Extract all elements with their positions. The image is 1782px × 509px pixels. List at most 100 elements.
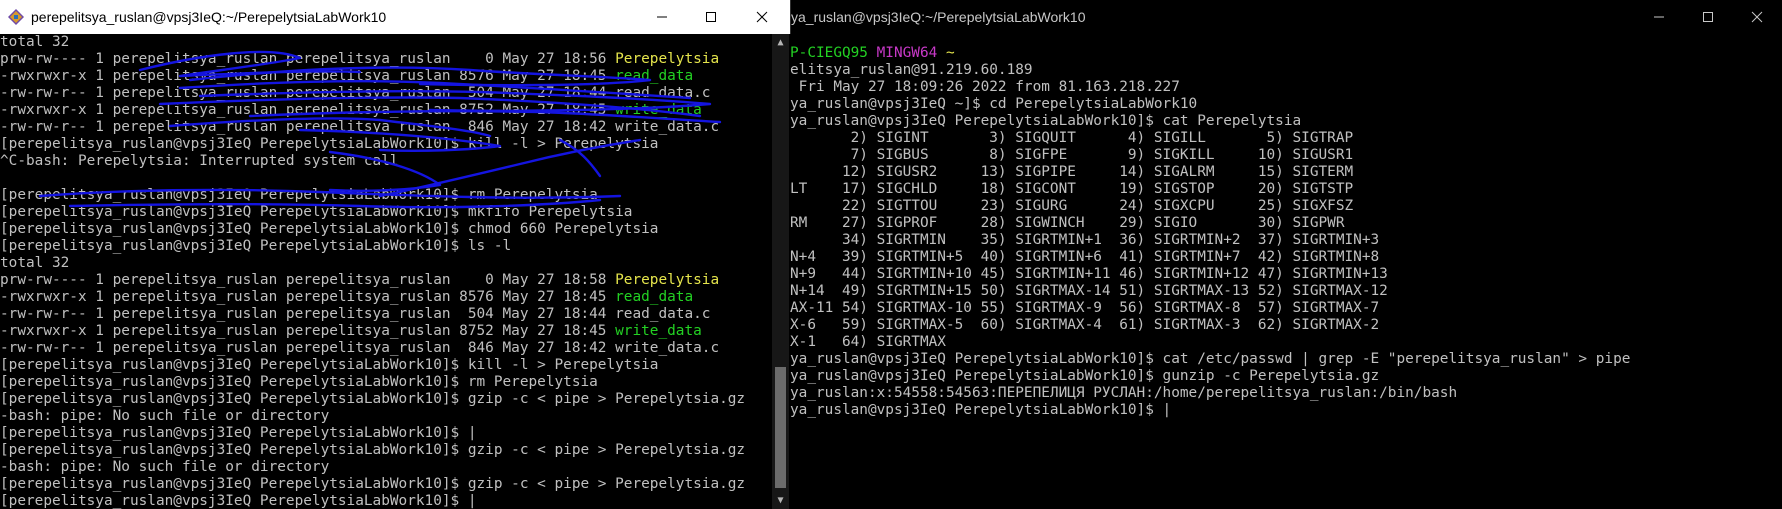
left-window-title: perepelitsya_ruslan@vpsj3IeQ:~/Perepelyt… [31, 9, 387, 25]
terminal-text: 2) SIGINT 3) SIGQUIT 4) SIGILL 5) SIGTRA… [790, 130, 1354, 146]
terminal-line: ^C-bash: Perepelytsia: Interrupted syste… [0, 153, 772, 170]
terminal-line: 22) SIGTTOU 23) SIGURG 24) SIGXCPU 25) S… [790, 198, 1782, 215]
terminal-line: N+4 39) SIGRTMIN+5 40) SIGRTMIN+6 41) SI… [790, 249, 1782, 266]
terminal-text: [perepelitsya_ruslan@vpsj3IeQ Perepelyts… [0, 374, 598, 390]
terminal-line: 2) SIGINT 3) SIGQUIT 4) SIGILL 5) SIGTRA… [790, 130, 1782, 147]
terminal-line: ya_ruslan@vpsj3IeQ PerepelytsiaLabWork10… [790, 402, 1782, 419]
minimize-button[interactable] [636, 0, 688, 34]
terminal-line: -bash: pipe: No such file or directory [0, 459, 772, 476]
left-scrollbar[interactable]: ▲ ▼ [772, 34, 789, 509]
close-icon [756, 11, 768, 23]
terminal-line: [perepelitsya_ruslan@vpsj3IeQ Perepelyts… [0, 476, 772, 493]
terminal-line: -rwxrwxr-x 1 perepelitsya_ruslan perepel… [0, 102, 772, 119]
terminal-text: [perepelitsya_ruslan@vpsj3IeQ Perepelyts… [0, 221, 659, 237]
terminal-line: -rwxrwxr-x 1 perepelitsya_ruslan perepel… [0, 68, 772, 85]
terminal-text: [perepelitsya_ruslan@vpsj3IeQ Perepelyts… [0, 391, 746, 407]
terminal-text: [perepelitsya_ruslan@vpsj3IeQ Perepelyts… [0, 204, 633, 220]
terminal-text: X-1 64) SIGRTMAX [790, 334, 946, 350]
right-terminal-window[interactable]: ya_ruslan@vpsj3IeQ:~/PerepelytsiaLabWork… [790, 0, 1782, 509]
terminal-text: LT 17) SIGCHLD 18) SIGCONT 19) SIGSTOP 2… [790, 181, 1354, 197]
terminal-line: [perepelitsya_ruslan@vpsj3IeQ Perepelyts… [0, 425, 772, 442]
terminal-line: 12) SIGUSR2 13) SIGPIPE 14) SIGALRM 15) … [790, 164, 1782, 181]
terminal-line: ya_ruslan@vpsj3IeQ PerepelytsiaLabWork10… [790, 113, 1782, 130]
terminal-line: Fri May 27 18:09:26 2022 from 81.163.218… [790, 79, 1782, 96]
maximize-icon [1703, 12, 1713, 22]
left-terminal-window[interactable]: perepelitsya_ruslan@vpsj3IeQ:~/Perepelyt… [0, 0, 790, 509]
right-terminal-output[interactable]: P-CIEGQ95 MINGW64 ~ elitsya_ruslan@91.219… [790, 28, 1782, 509]
terminal-line: prw-rw---- 1 perepelitsya_ruslan perepel… [0, 51, 772, 68]
terminal-text: elitsya_ruslan@91.219.60.189 [790, 62, 1033, 78]
terminal-line: AX-11 54) SIGRTMAX-10 55) SIGRTMAX-9 56)… [790, 300, 1782, 317]
scroll-up-arrow-icon[interactable]: ▲ [772, 34, 789, 51]
terminal-segment: MINGW64 [876, 45, 946, 61]
close-button[interactable] [736, 0, 788, 34]
terminal-line: -rw-rw-r-- 1 perepelitsya_ruslan perepel… [0, 306, 772, 323]
terminal-text: prw-rw---- 1 perepelitsya_ruslan perepel… [0, 51, 616, 67]
terminal-text: [perepelitsya_ruslan@vpsj3IeQ Perepelyts… [0, 425, 477, 441]
terminal-text: -rwxrwxr-x 1 perepelitsya_ruslan perepel… [0, 323, 616, 339]
terminal-line: [perepelitsya_ruslan@vpsj3IeQ Perepelyts… [0, 374, 772, 391]
terminal-filename-highlight: write_data [615, 102, 702, 118]
terminal-text: ya_ruslan@vpsj3IeQ PerepelytsiaLabWork10… [790, 402, 1172, 418]
terminal-line: N+9 44) SIGRTMIN+10 45) SIGRTMIN+11 46) … [790, 266, 1782, 283]
terminal-line: ya_ruslan@vpsj3IeQ PerepelytsiaLabWork10… [790, 351, 1782, 368]
terminal-line: prw-rw---- 1 perepelitsya_ruslan perepel… [0, 272, 772, 289]
terminal-line: X-6 59) SIGRTMAX-5 60) SIGRTMAX-4 61) SI… [790, 317, 1782, 334]
terminal-line: elitsya_ruslan@91.219.60.189 [790, 62, 1782, 79]
left-title-bar[interactable]: perepelitsya_ruslan@vpsj3IeQ:~/Perepelyt… [0, 0, 790, 34]
terminal-line: 7) SIGBUS 8) SIGFPE 9) SIGKILL 10) SIGUS… [790, 147, 1782, 164]
scroll-down-arrow-icon[interactable]: ▼ [772, 492, 789, 509]
terminal-line: ya_ruslan@vpsj3IeQ ~]$ cd PerepelytsiaLa… [790, 96, 1782, 113]
maximize-button[interactable] [685, 0, 737, 34]
maximize-icon [706, 12, 716, 22]
terminal-segment: ~ [945, 45, 955, 61]
terminal-text: ya_ruslan@vpsj3IeQ ~]$ cd PerepelytsiaLa… [790, 96, 1198, 112]
terminal-line: 34) SIGRTMIN 35) SIGRTMIN+1 36) SIGRTMIN… [790, 232, 1782, 249]
terminal-line: total 32 [0, 255, 772, 272]
terminal-text: -bash: pipe: No such file or directory [0, 459, 330, 475]
terminal-text: ^C-bash: Perepelytsia: Interrupted syste… [0, 153, 399, 169]
minimize-icon [657, 16, 667, 18]
scrollbar-thumb[interactable] [775, 367, 786, 488]
terminal-text: [perepelitsya_ruslan@vpsj3IeQ Perepelyts… [0, 238, 512, 254]
terminal-line: -rwxrwxr-x 1 perepelitsya_ruslan perepel… [0, 323, 772, 340]
terminal-text: -rw-rw-r-- 1 perepelitsya_ruslan perepel… [0, 340, 720, 356]
terminal-line: P-CIEGQ95 MINGW64 ~ [790, 45, 1782, 62]
terminal-text: [perepelitsya_ruslan@vpsj3IeQ Perepelyts… [0, 136, 659, 152]
terminal-text: 12) SIGUSR2 13) SIGPIPE 14) SIGALRM 15) … [790, 164, 1354, 180]
terminal-app-icon [7, 8, 25, 29]
terminal-text: N+9 44) SIGRTMIN+10 45) SIGRTMIN+11 46) … [790, 266, 1388, 282]
terminal-text: RM 27) SIGPROF 28) SIGWINCH 29) SIGIO 30… [790, 215, 1345, 231]
right-window-title: ya_ruslan@vpsj3IeQ:~/PerepelytsiaLabWork… [791, 9, 1086, 25]
terminal-line: N+14 49) SIGRTMIN+15 50) SIGRTMAX-14 51)… [790, 283, 1782, 300]
terminal-text: -rwxrwxr-x 1 perepelitsya_ruslan perepel… [0, 102, 616, 118]
terminal-line: -rwxrwxr-x 1 perepelitsya_ruslan perepel… [0, 289, 772, 306]
terminal-text: [perepelitsya_ruslan@vpsj3IeQ Perepelyts… [0, 442, 746, 458]
terminal-text: N+14 49) SIGRTMIN+15 50) SIGRTMAX-14 51)… [790, 283, 1388, 299]
terminal-text: Fri May 27 18:09:26 2022 from 81.163.218… [790, 79, 1180, 95]
terminal-line: [perepelitsya_ruslan@vpsj3IeQ Perepelyts… [0, 391, 772, 408]
terminal-text: ya_ruslan:x:54558:54563:ПЕРЕПЕЛИЦЯ РУСЛА… [790, 385, 1458, 401]
terminal-text: X-6 59) SIGRTMAX-5 60) SIGRTMAX-4 61) SI… [790, 317, 1380, 333]
terminal-text: 7) SIGBUS 8) SIGFPE 9) SIGKILL 10) SIGUS… [790, 147, 1354, 163]
left-terminal-output[interactable]: total 32 prw-rw---- 1 perepelitsya_ruslan… [0, 34, 772, 509]
terminal-text: [perepelitsya_ruslan@vpsj3IeQ Perepelyts… [0, 187, 598, 203]
terminal-line: LT 17) SIGCHLD 18) SIGCONT 19) SIGSTOP 2… [790, 181, 1782, 198]
terminal-text: total 32 [0, 255, 70, 271]
terminal-text: total 32 [0, 34, 70, 50]
terminal-text: -rw-rw-r-- 1 perepelitsya_ruslan perepel… [0, 306, 711, 322]
terminal-text: N+4 39) SIGRTMIN+5 40) SIGRTMIN+6 41) SI… [790, 249, 1380, 265]
terminal-filename-highlight: read_data [615, 289, 694, 305]
terminal-line: [perepelitsya_ruslan@vpsj3IeQ Perepelyts… [0, 187, 772, 204]
terminal-line: RM 27) SIGPROF 28) SIGWINCH 29) SIGIO 30… [790, 215, 1782, 232]
terminal-text: AX-11 54) SIGRTMAX-10 55) SIGRTMAX-9 56)… [790, 300, 1380, 316]
terminal-text: ya_ruslan@vpsj3IeQ PerepelytsiaLabWork10… [790, 113, 1302, 129]
minimize-icon [1654, 16, 1664, 18]
terminal-text: ya_ruslan@vpsj3IeQ PerepelytsiaLabWork10… [790, 351, 1631, 367]
terminal-text: -rwxrwxr-x 1 perepelitsya_ruslan perepel… [0, 68, 616, 84]
terminal-line: [perepelitsya_ruslan@vpsj3IeQ Perepelyts… [0, 221, 772, 238]
terminal-line: -rw-rw-r-- 1 perepelitsya_ruslan perepel… [0, 85, 772, 102]
terminal-text: 22) SIGTTOU 23) SIGURG 24) SIGXCPU 25) S… [790, 198, 1354, 214]
terminal-filename-highlight: Perepelytsia [615, 272, 720, 288]
